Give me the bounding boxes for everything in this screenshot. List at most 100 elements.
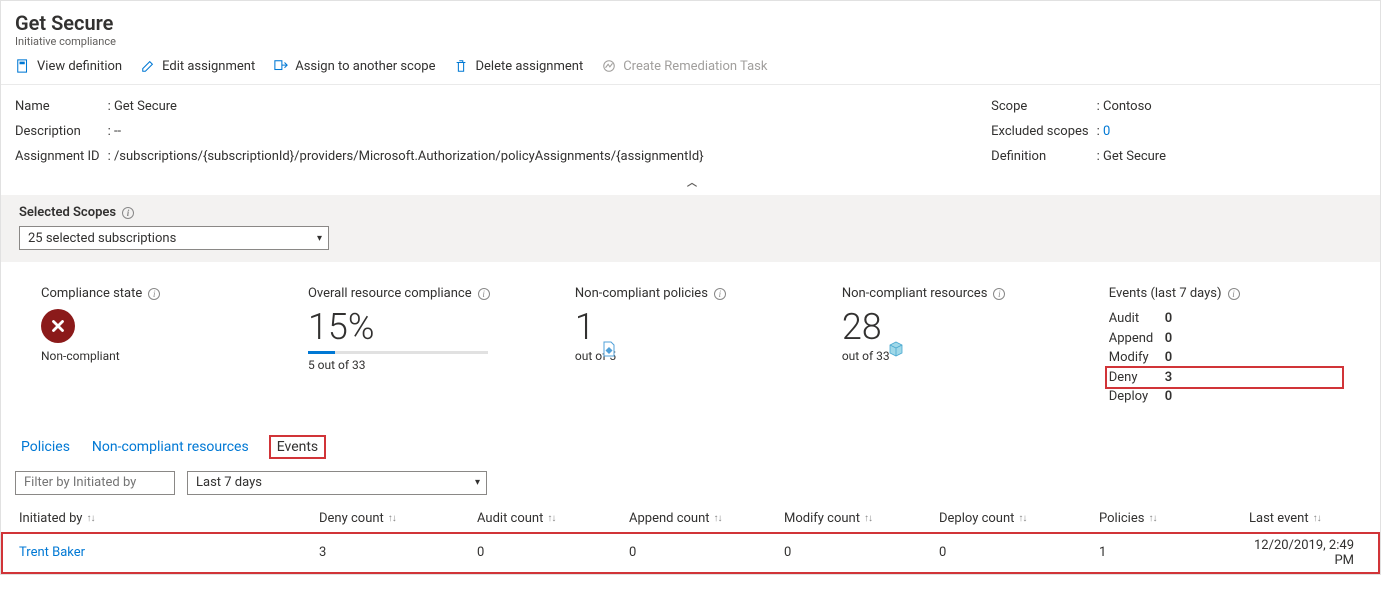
table-row[interactable]: Trent Baker 3 0 0 0 0 1 12/20/2019, 2:49… xyxy=(1,532,1380,574)
daterange-value: Last 7 days xyxy=(196,475,262,490)
col-header-modify[interactable]: Modify count ↑↓ xyxy=(784,511,939,526)
compliance-state-card: Compliance state i Non-compliant xyxy=(41,286,298,407)
cell-last-event: 12/20/2019, 2:49 PM xyxy=(1249,538,1362,568)
cell-append-count: 0 xyxy=(629,545,784,560)
event-label: Append xyxy=(1109,329,1159,349)
definition-icon xyxy=(15,58,31,74)
page-subtitle: Initiative compliance xyxy=(15,35,1366,48)
sort-icon: ↑↓ xyxy=(547,513,555,524)
event-summary-item[interactable]: Append 0 xyxy=(1109,329,1340,349)
events-summary-card: Events (last 7 days) i Audit0Append0Modi… xyxy=(1109,286,1340,407)
assign-scope-button[interactable]: Assign to another scope xyxy=(273,58,435,74)
col-header-deploy[interactable]: Deploy count ↑↓ xyxy=(939,511,1099,526)
prop-name-value: Get Secure xyxy=(114,99,177,114)
view-definition-button[interactable]: View definition xyxy=(15,58,122,74)
noncompliant-resources-sub: out of 33 xyxy=(842,349,1099,363)
sort-icon: ↑↓ xyxy=(714,513,722,524)
event-count: 3 xyxy=(1165,368,1172,388)
noncompliant-policies-title: Non-compliant policies xyxy=(575,286,708,301)
collapse-toggle[interactable]: ︿ xyxy=(1,172,1380,195)
prop-name-label: Name xyxy=(15,99,100,114)
resource-cube-icon xyxy=(888,327,906,345)
scopes-dropdown-value: 25 selected subscriptions xyxy=(28,231,176,246)
daterange-dropdown[interactable]: Last 7 days ▾ xyxy=(187,471,487,495)
scopes-label-text: Selected Scopes xyxy=(19,205,116,220)
info-icon[interactable]: i xyxy=(1228,288,1240,300)
col-header-audit[interactable]: Audit count ↑↓ xyxy=(477,511,629,526)
info-icon[interactable]: i xyxy=(993,288,1005,300)
cell-policies-count: 1 xyxy=(1099,545,1249,560)
overall-compliance-sub: 5 out of 33 xyxy=(308,358,565,372)
toolbar: View definition Edit assignment Assign t… xyxy=(1,54,1380,85)
noncompliant-resources-title: Non-compliant resources xyxy=(842,286,988,301)
info-icon[interactable]: i xyxy=(122,207,134,219)
event-count: 0 xyxy=(1165,387,1172,407)
info-icon[interactable]: i xyxy=(478,288,490,300)
compliance-state-title: Compliance state xyxy=(41,286,142,301)
chevron-down-icon: ▾ xyxy=(317,233,322,244)
event-label: Deploy xyxy=(1109,387,1159,407)
overall-compliance-title: Overall resource compliance xyxy=(308,286,472,301)
event-count: 0 xyxy=(1165,329,1172,349)
cell-audit-count: 0 xyxy=(477,545,629,560)
scopes-bar: Selected Scopes i 25 selected subscripti… xyxy=(1,195,1380,262)
scopes-label: Selected Scopes i xyxy=(19,205,1362,220)
prop-definition-label: Definition xyxy=(991,149,1088,164)
prop-excluded-value[interactable]: 0 xyxy=(1103,124,1110,139)
event-summary-item[interactable]: Deploy 0 xyxy=(1109,387,1340,407)
create-remediation-label: Create Remediation Task xyxy=(623,59,767,74)
event-label: Audit xyxy=(1109,309,1159,329)
event-label: Deny xyxy=(1109,368,1159,388)
event-summary-item[interactable]: Deny 3 xyxy=(1105,366,1344,390)
assign-scope-label: Assign to another scope xyxy=(295,59,435,74)
event-summary-item[interactable]: Audit 0 xyxy=(1109,309,1340,329)
initiated-by-filter-input[interactable] xyxy=(15,471,175,495)
col-header-deny[interactable]: Deny count ↑↓ xyxy=(319,511,477,526)
title-bar: Get Secure Initiative compliance xyxy=(1,1,1380,54)
event-count: 0 xyxy=(1165,348,1172,368)
prop-excluded-label: Excluded scopes xyxy=(991,124,1088,139)
info-icon[interactable]: i xyxy=(714,288,726,300)
cell-deploy-count: 0 xyxy=(939,545,1099,560)
tab-events[interactable]: Events xyxy=(269,435,326,459)
tab-noncompliant-resources[interactable]: Non-compliant resources xyxy=(90,435,251,459)
page-title: Get Secure xyxy=(15,11,1366,35)
edit-assignment-button[interactable]: Edit assignment xyxy=(140,58,255,74)
event-count: 0 xyxy=(1165,309,1172,329)
overall-compliance-value: 15% xyxy=(308,309,565,345)
prop-scope-label: Scope xyxy=(991,99,1088,114)
tab-policies[interactable]: Policies xyxy=(19,435,72,459)
noncompliant-badge-icon xyxy=(41,309,75,343)
sort-icon: ↑↓ xyxy=(1018,513,1026,524)
create-remediation-button: Create Remediation Task xyxy=(601,58,767,74)
noncompliant-policies-card: Non-compliant policies i 1 out of 5 xyxy=(575,286,832,407)
delete-assignment-button[interactable]: Delete assignment xyxy=(453,58,583,74)
cell-deny-count: 3 xyxy=(319,545,477,560)
stats-row: Compliance state i Non-compliant Overall… xyxy=(1,262,1380,425)
assign-icon xyxy=(273,58,289,74)
tabs-row: Policies Non-compliant resources Events xyxy=(1,425,1380,465)
noncompliant-resources-card: Non-compliant resources i 28 out of 33 xyxy=(842,286,1099,407)
noncompliant-policies-value: 1 xyxy=(575,309,595,345)
prop-assignmentid-value: /subscriptions/{subscriptionId}/provider… xyxy=(114,149,704,164)
col-header-initiated[interactable]: Initiated by ↑↓ xyxy=(19,511,319,526)
filter-row: Last 7 days ▾ xyxy=(1,465,1380,505)
sort-icon: ↑↓ xyxy=(86,513,94,524)
sort-icon: ↑↓ xyxy=(864,513,872,524)
cell-initiated-by[interactable]: Trent Baker xyxy=(19,545,319,560)
events-summary-title: Events (last 7 days) xyxy=(1109,286,1222,301)
events-table: Initiated by ↑↓ Deny count ↑↓ Audit coun… xyxy=(1,505,1380,574)
info-icon[interactable]: i xyxy=(148,288,160,300)
compliance-state-value: Non-compliant xyxy=(41,349,298,363)
prop-definition-value: Get Secure xyxy=(1103,149,1166,164)
chevron-up-icon: ︿ xyxy=(687,178,694,189)
table-header-row: Initiated by ↑↓ Deny count ↑↓ Audit coun… xyxy=(1,505,1380,532)
sort-icon: ↑↓ xyxy=(1313,513,1321,524)
col-header-append[interactable]: Append count ↑↓ xyxy=(629,511,784,526)
scopes-dropdown[interactable]: 25 selected subscriptions ▾ xyxy=(19,226,329,250)
delete-assignment-label: Delete assignment xyxy=(475,59,583,74)
col-header-policies[interactable]: Policies ↑↓ xyxy=(1099,511,1249,526)
col-header-lastevent[interactable]: Last event ↑↓ xyxy=(1249,511,1362,526)
overall-compliance-card: Overall resource compliance i 15% 5 out … xyxy=(308,286,565,407)
chevron-down-icon: ▾ xyxy=(475,477,480,488)
